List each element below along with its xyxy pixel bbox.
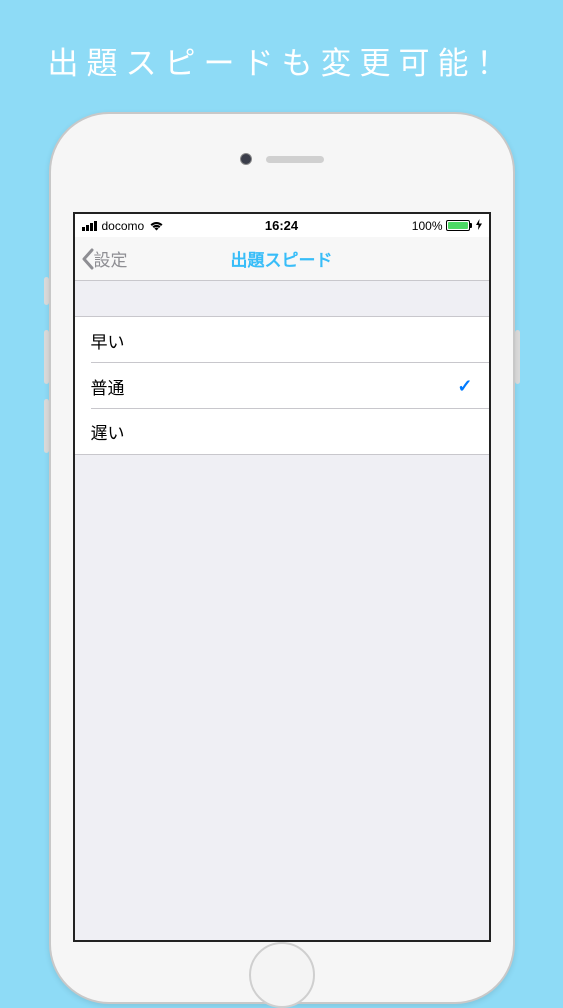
phone-speaker	[266, 156, 324, 163]
navigation-bar: 設定 出題スピード	[75, 237, 489, 281]
promo-tagline: 出題スピードも変更可能！	[0, 0, 563, 83]
phone-screen: docomo 16:24 100%	[73, 212, 491, 942]
status-bar: docomo 16:24 100%	[75, 214, 489, 237]
home-button[interactable]	[249, 942, 315, 1008]
back-button[interactable]: 設定	[75, 246, 128, 271]
option-label: 普通	[91, 374, 125, 399]
signal-strength-icon	[82, 221, 97, 231]
phone-power-button	[515, 330, 520, 384]
chevron-left-icon	[81, 248, 94, 270]
phone-sensors	[240, 153, 324, 165]
phone-mockup: docomo 16:24 100%	[49, 112, 515, 1004]
battery-percent: 100%	[412, 219, 443, 233]
option-label: 遅い	[91, 419, 125, 444]
back-label: 設定	[94, 246, 128, 271]
speed-option-slow[interactable]: 遅い	[75, 409, 489, 455]
phone-camera	[240, 153, 252, 165]
option-label: 早い	[91, 328, 125, 353]
battery-icon	[446, 220, 472, 231]
wifi-icon	[149, 220, 164, 231]
speed-option-fast[interactable]: 早い	[75, 317, 489, 363]
charging-icon	[476, 219, 482, 233]
checkmark-icon: ✓	[457, 376, 472, 397]
carrier-label: docomo	[102, 219, 145, 233]
section-spacer	[75, 281, 489, 317]
content-background	[75, 455, 489, 940]
speed-option-normal[interactable]: 普通 ✓	[75, 363, 489, 409]
speed-options-list: 早い 普通 ✓ 遅い	[75, 317, 489, 455]
status-time: 16:24	[265, 218, 298, 233]
nav-title: 出題スピード	[231, 246, 333, 271]
